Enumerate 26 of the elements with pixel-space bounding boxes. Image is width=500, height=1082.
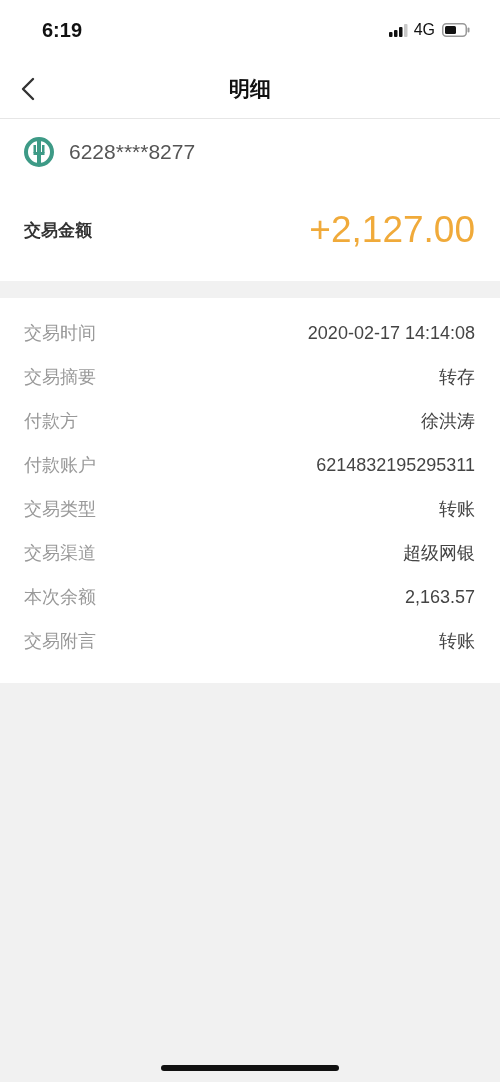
network-label: 4G xyxy=(413,21,435,39)
detail-value: 转账 xyxy=(439,630,475,653)
detail-label: 交易摘要 xyxy=(24,365,96,389)
detail-value: 6214832195295311 xyxy=(316,454,475,476)
detail-value: 超级网银 xyxy=(403,542,475,565)
detail-value: 转存 xyxy=(439,366,475,389)
battery-icon xyxy=(442,23,470,37)
detail-value: 2,163.57 xyxy=(404,586,475,608)
status-time: 6:19 xyxy=(42,18,83,42)
page-title: 明细 xyxy=(229,76,271,103)
detail-value: 2020-02-17 14:14:08 xyxy=(307,322,475,344)
detail-label: 交易类型 xyxy=(24,497,96,521)
amount-value: +2,127.00 xyxy=(309,209,475,251)
detail-label: 交易附言 xyxy=(24,629,96,653)
detail-label: 付款账户 xyxy=(24,453,96,477)
back-icon[interactable] xyxy=(21,77,35,101)
detail-label: 交易渠道 xyxy=(24,541,96,565)
detail-label: 交易时间 xyxy=(24,321,96,345)
detail-value: 转账 xyxy=(439,498,475,521)
signal-icon xyxy=(388,23,409,37)
bank-logo-icon xyxy=(23,136,55,168)
detail-value: 徐洪涛 xyxy=(421,410,475,433)
detail-label: 付款方 xyxy=(24,409,78,433)
card-number: 6228****8277 xyxy=(69,140,196,164)
amount-label: 交易金额 xyxy=(24,218,92,242)
detail-label: 本次余额 xyxy=(24,585,96,609)
